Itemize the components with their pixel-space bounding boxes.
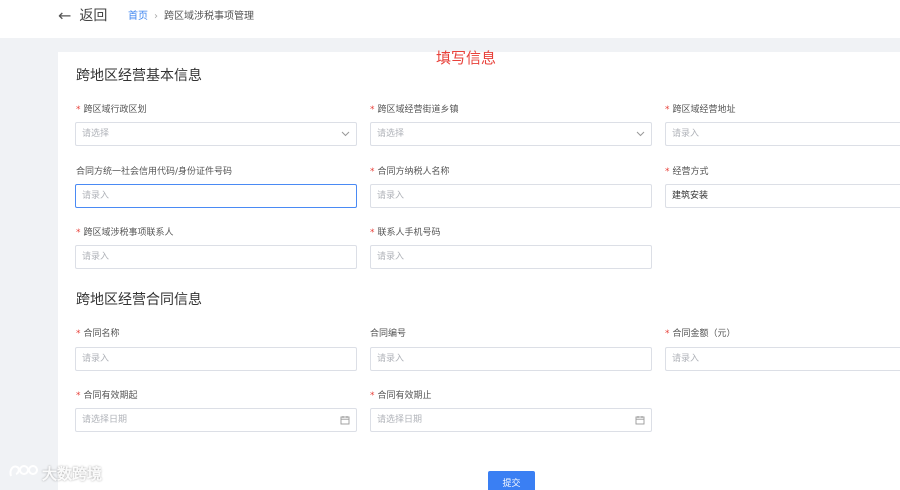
required-mark: * [370,391,375,401]
contract-name-input[interactable]: 请录入 [75,347,357,371]
contract-no-placeholder: 请录入 [377,354,405,364]
required-mark: * [76,391,81,401]
back-label: 返回 [79,8,108,24]
contract-amount-placeholder: 请录入 [672,354,700,364]
breadcrumb-home-link[interactable]: 首页 [128,10,148,24]
business-mode-value: 建筑安装 [672,191,709,201]
breadcrumb: 首页 › 跨区域涉税事项管理 [128,10,254,24]
required-mark: * [665,105,670,115]
label-valid-to: * 合同有效期止 [370,391,432,401]
valid-from-date-picker[interactable]: 请选择日期 [75,408,357,432]
annotation-text: 填写信息 [436,49,497,67]
top-bar: ← 返回 首页 › 跨区域涉税事项管理 [0,0,900,38]
contract-party-name-input[interactable]: 请录入 [370,184,652,208]
calendar-icon [635,415,645,425]
street-town-select[interactable]: 请选择 [370,122,652,146]
label-contact-phone: * 联系人手机号码 [370,228,441,238]
label-contact-person: * 跨区域涉税事项联系人 [76,228,174,238]
required-mark: * [665,329,670,339]
chevron-down-icon [635,129,645,139]
calendar-icon [340,415,350,425]
street-town-value: 请选择 [377,129,405,139]
required-mark: * [665,167,670,177]
back-button[interactable]: ← 返回 [58,6,107,26]
watermark-logo-icon [8,462,38,484]
address-input[interactable]: 请录入 [665,122,900,146]
label-business-mode: * 经营方式 [665,167,709,177]
contract-no-input[interactable]: 请录入 [370,347,652,371]
label-address: * 跨区域经营地址 [665,105,736,115]
contact-person-input[interactable]: 请录入 [75,245,357,269]
admin-region-value: 请选择 [82,129,110,139]
contract-party-id-placeholder: 请录入 [82,191,110,201]
label-contract-party-name: * 合同方纳税人名称 [370,167,450,177]
label-contract-amount: * 合同金额（元） [665,329,736,339]
required-mark: * [76,228,81,238]
contact-person-placeholder: 请录入 [82,252,110,262]
admin-region-select[interactable]: 请选择 [75,122,357,146]
address-placeholder: 请录入 [672,129,700,139]
contract-party-name-placeholder: 请录入 [377,191,405,201]
label-street-town: * 跨区域经营街道乡镇 [370,105,459,115]
contract-party-id-input[interactable]: 请录入 [75,184,357,208]
required-mark: * [76,329,81,339]
breadcrumb-current: 跨区域涉税事项管理 [164,11,254,22]
arrow-left-icon: ← [58,6,72,25]
watermark: 大数跨境 [8,462,102,484]
section-title-basic: 跨地区经营基本信息 [76,68,202,84]
chevron-down-icon [340,129,350,139]
watermark-text: 大数跨境 [42,464,103,483]
label-contract-no: 合同编号 [370,329,407,339]
valid-to-placeholder: 请选择日期 [377,415,423,425]
required-mark: * [370,167,375,177]
required-mark: * [370,228,375,238]
contract-amount-input[interactable]: 请录入 [665,347,900,371]
label-contract-party-id: 合同方统一社会信用代码/身份证件号码 [76,167,233,177]
valid-to-date-picker[interactable]: 请选择日期 [370,408,652,432]
submit-button[interactable]: 提交 [488,471,535,490]
label-contract-name: * 合同名称 [76,329,120,339]
valid-from-placeholder: 请选择日期 [82,415,128,425]
required-mark: * [370,105,375,115]
contact-phone-input[interactable]: 请录入 [370,245,652,269]
label-admin-region: * 跨区域行政区划 [76,105,147,115]
required-mark: * [76,105,81,115]
business-mode-input[interactable]: 建筑安装 [665,184,900,208]
contract-name-placeholder: 请录入 [82,354,110,364]
section-title-contract: 跨地区经营合同信息 [76,292,202,308]
breadcrumb-separator: › [154,11,158,22]
label-valid-from: * 合同有效期起 [76,391,138,401]
contact-phone-placeholder: 请录入 [377,252,405,262]
